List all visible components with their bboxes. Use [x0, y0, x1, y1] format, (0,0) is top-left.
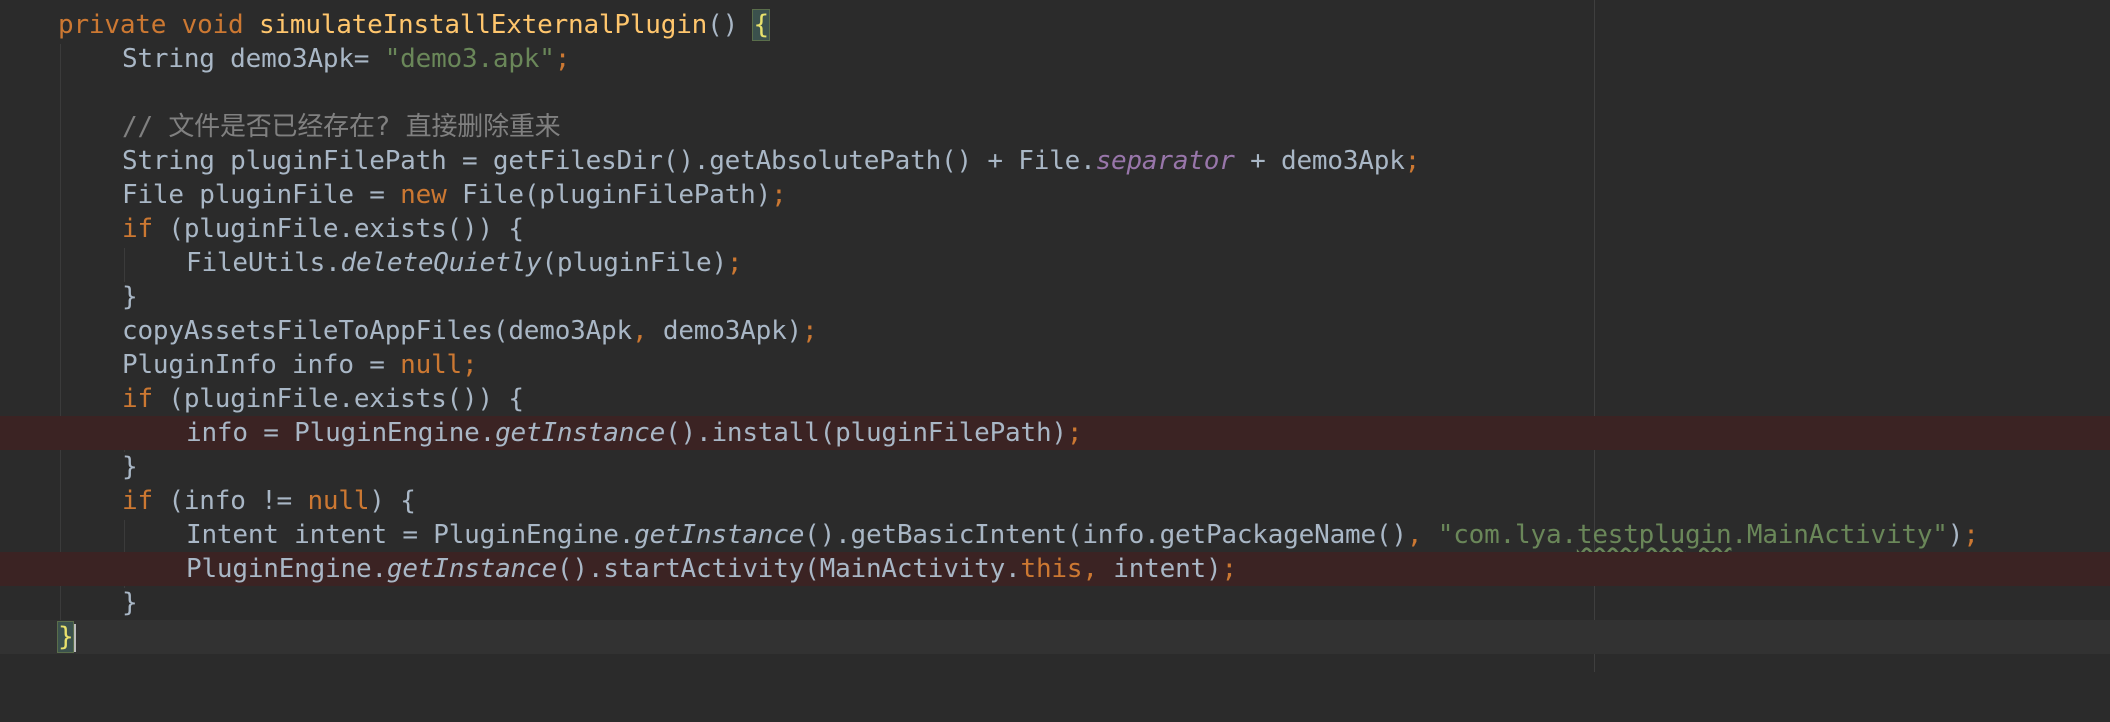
code-text: (pluginFile.exists()) { — [152, 214, 524, 244]
keyword: null — [400, 350, 462, 380]
static-method: getInstance — [495, 418, 666, 448]
code-text: ) { — [369, 486, 416, 516]
code-line[interactable]: String demo3Apk= "demo3.apk"; — [0, 42, 2110, 76]
code-line[interactable]: Intent intent = PluginEngine.getInstance… — [0, 518, 2110, 552]
string-literal: "demo3.apk" — [384, 44, 555, 74]
typo-underlined-word: testplugin — [1576, 520, 1732, 550]
code-text: FileUtils. — [186, 248, 341, 278]
code-text: ().getBasicIntent(info.getPackageName() — [804, 520, 1407, 550]
code-line[interactable]: private void simulateInstallExternalPlug… — [0, 8, 2110, 42]
static-field: separator — [1095, 146, 1235, 176]
code-line[interactable]: File pluginFile = new File(pluginFilePat… — [0, 178, 2110, 212]
semicolon: ; — [1066, 418, 1083, 448]
keyword: if — [122, 486, 153, 516]
keyword: if — [122, 214, 153, 244]
return-type-keyword: void — [181, 10, 244, 40]
code-text: demo3Apk) — [647, 316, 802, 346]
code-line[interactable]: } — [0, 450, 2110, 484]
code-line[interactable]: PluginInfo info = null; — [0, 348, 2110, 382]
code-line[interactable]: copyAssetsFileToAppFiles(demo3Apk, demo3… — [0, 314, 2110, 348]
code-text: + demo3Apk — [1234, 146, 1405, 176]
closing-brace: } — [122, 588, 138, 618]
closing-brace: } — [122, 452, 138, 482]
code-text: intent) — [1097, 554, 1222, 584]
semicolon: ; — [554, 44, 571, 74]
semicolon: ; — [1404, 146, 1421, 176]
string-literal: .MainActivity" — [1731, 520, 1948, 550]
code-line[interactable]: if (pluginFile.exists()) { — [0, 212, 2110, 246]
code-text: Intent intent = PluginEngine. — [186, 520, 635, 550]
method-parens: () — [707, 10, 754, 40]
code-text: (info != — [152, 486, 308, 516]
string-literal: "com.lya. — [1422, 520, 1577, 550]
comma: , — [1406, 520, 1423, 550]
code-text: String pluginFilePath = getFilesDir().ge… — [122, 146, 1096, 176]
code-text: PluginInfo info = — [122, 350, 401, 380]
code-text: File(pluginFilePath) — [446, 180, 772, 210]
semicolon: ; — [1221, 554, 1237, 584]
comment: // 文件是否已经存在? 直接删除重来 — [122, 112, 561, 142]
keyword: this — [1020, 554, 1083, 584]
semicolon: ; — [801, 316, 818, 346]
matched-brace: } — [56, 621, 75, 653]
code-text: (pluginFile.exists()) { — [152, 384, 524, 414]
method-name: simulateInstallExternalPlugin — [258, 10, 708, 40]
semicolon: ; — [726, 248, 743, 278]
code-line-breakpoint[interactable]: info = PluginEngine.getInstance().instal… — [0, 416, 2110, 450]
code-line[interactable]: String pluginFilePath = getFilesDir().ge… — [0, 144, 2110, 178]
code-text: ) — [1947, 520, 1964, 550]
code-line[interactable]: FileUtils.deleteQuietly(pluginFile); — [0, 246, 2110, 280]
code-line-current[interactable]: } — [0, 620, 2110, 654]
static-method: deleteQuietly — [340, 248, 542, 278]
keyword: if — [122, 384, 153, 414]
code-line-breakpoint[interactable]: PluginEngine.getInstance().startActivity… — [0, 552, 2110, 586]
code-editor[interactable]: private void simulateInstallExternalPlug… — [0, 0, 2110, 672]
keyword: null — [307, 486, 370, 516]
modifier-keyword: private — [58, 10, 167, 40]
static-method: getInstance — [386, 554, 557, 584]
code-line[interactable]: if (pluginFile.exists()) { — [0, 382, 2110, 416]
code-text: (pluginFile) — [541, 248, 727, 278]
semicolon: ; — [462, 350, 478, 380]
code-line-blank[interactable] — [0, 76, 2110, 110]
code-text: String demo3Apk= — [122, 44, 385, 74]
static-method: getInstance — [634, 520, 805, 550]
code-line[interactable]: if (info != null) { — [0, 484, 2110, 518]
keyword: new — [400, 180, 447, 210]
matched-brace: { — [752, 9, 770, 41]
code-line[interactable]: } — [0, 280, 2110, 314]
code-text: copyAssetsFileToAppFiles(demo3Apk — [122, 316, 632, 346]
code-text: ().install(pluginFilePath) — [665, 418, 1067, 448]
semicolon: ; — [1963, 520, 1979, 550]
comma: , — [631, 316, 648, 346]
semicolon: ; — [771, 180, 787, 210]
comma: , — [1082, 554, 1098, 584]
code-text: File pluginFile = — [122, 180, 401, 210]
code-text: PluginEngine. — [186, 554, 387, 584]
closing-brace: } — [122, 282, 138, 312]
code-text: info = PluginEngine. — [186, 418, 496, 448]
code-line[interactable]: } — [0, 586, 2110, 620]
code-text: ().startActivity(MainActivity. — [556, 554, 1021, 584]
code-line[interactable]: // 文件是否已经存在? 直接删除重来 — [0, 110, 2110, 144]
text-caret — [74, 623, 77, 652]
